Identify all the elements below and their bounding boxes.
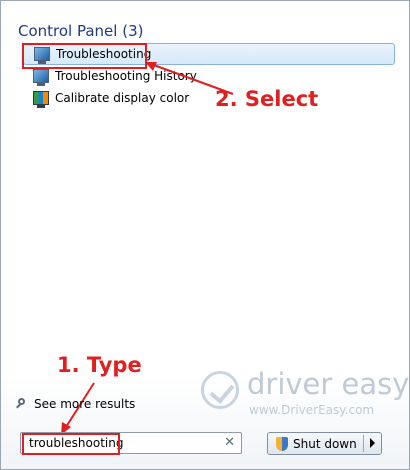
shut-down-options-arrow-icon[interactable]: [370, 438, 375, 448]
section-title: Control Panel (3): [18, 22, 144, 40]
calibrate-display-icon: [33, 91, 49, 108]
magnifier-icon: [16, 398, 28, 410]
driver-easy-logo-icon: [201, 371, 239, 409]
step1-annotation: 1. Type: [57, 353, 142, 377]
type-highlight-box: [22, 433, 120, 455]
uac-shield-icon: [276, 436, 288, 451]
see-more-results-link[interactable]: See more results: [16, 397, 135, 411]
shut-down-button[interactable]: Shut down: [267, 432, 382, 455]
shut-down-separator: [363, 435, 364, 452]
see-more-label: See more results: [34, 397, 136, 411]
clear-search-icon[interactable]: ✕: [224, 435, 235, 450]
select-highlight-box: [22, 43, 147, 69]
step2-annotation: 2. Select: [215, 87, 319, 111]
watermark-url: www.DriverEasy.com: [249, 403, 375, 417]
watermark-title: driver easy: [247, 367, 410, 401]
shut-down-label: Shut down: [293, 436, 357, 451]
troubleshooting-history-icon: [33, 69, 49, 86]
start-menu-search-panel: Control Panel (3) Troubleshooting Troubl…: [0, 0, 410, 470]
